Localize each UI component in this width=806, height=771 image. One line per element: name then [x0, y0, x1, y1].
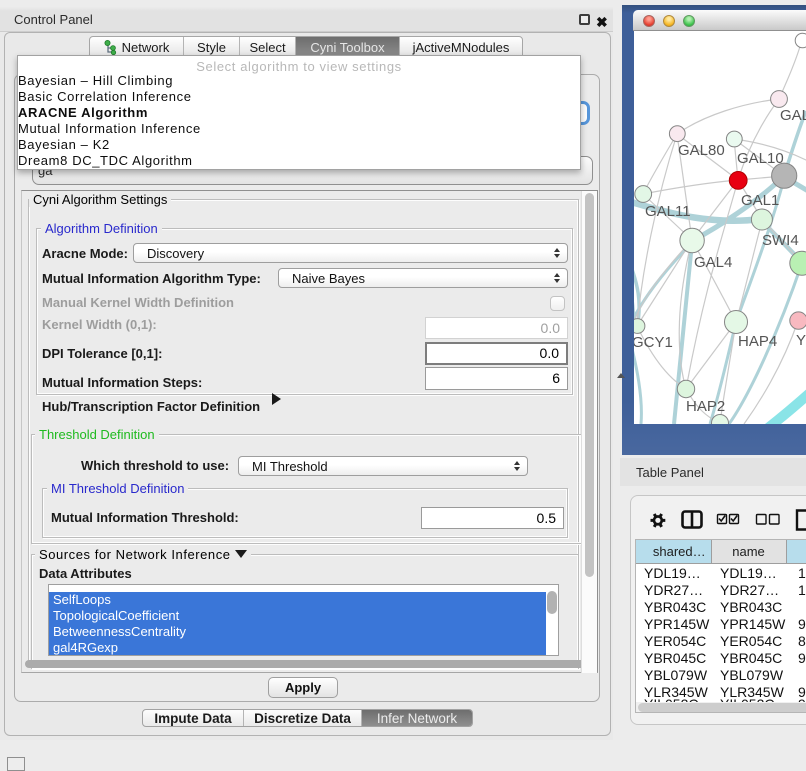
svg-text:HAP2: HAP2	[686, 398, 725, 415]
svg-text:GCY1: GCY1	[634, 334, 673, 351]
svg-text:GAL80: GAL80	[678, 142, 725, 159]
svg-text:Y: Y	[796, 332, 806, 349]
svg-text:GAL4: GAL4	[694, 254, 732, 271]
svg-text:SWI4: SWI4	[762, 232, 799, 249]
svg-text:GAL10: GAL10	[737, 150, 784, 167]
svg-text:GAL7: GAL7	[780, 107, 806, 124]
svg-text:GAL1: GAL1	[741, 192, 779, 209]
svg-text:HAP4: HAP4	[738, 333, 777, 350]
svg-text:GAL11: GAL11	[645, 203, 691, 220]
